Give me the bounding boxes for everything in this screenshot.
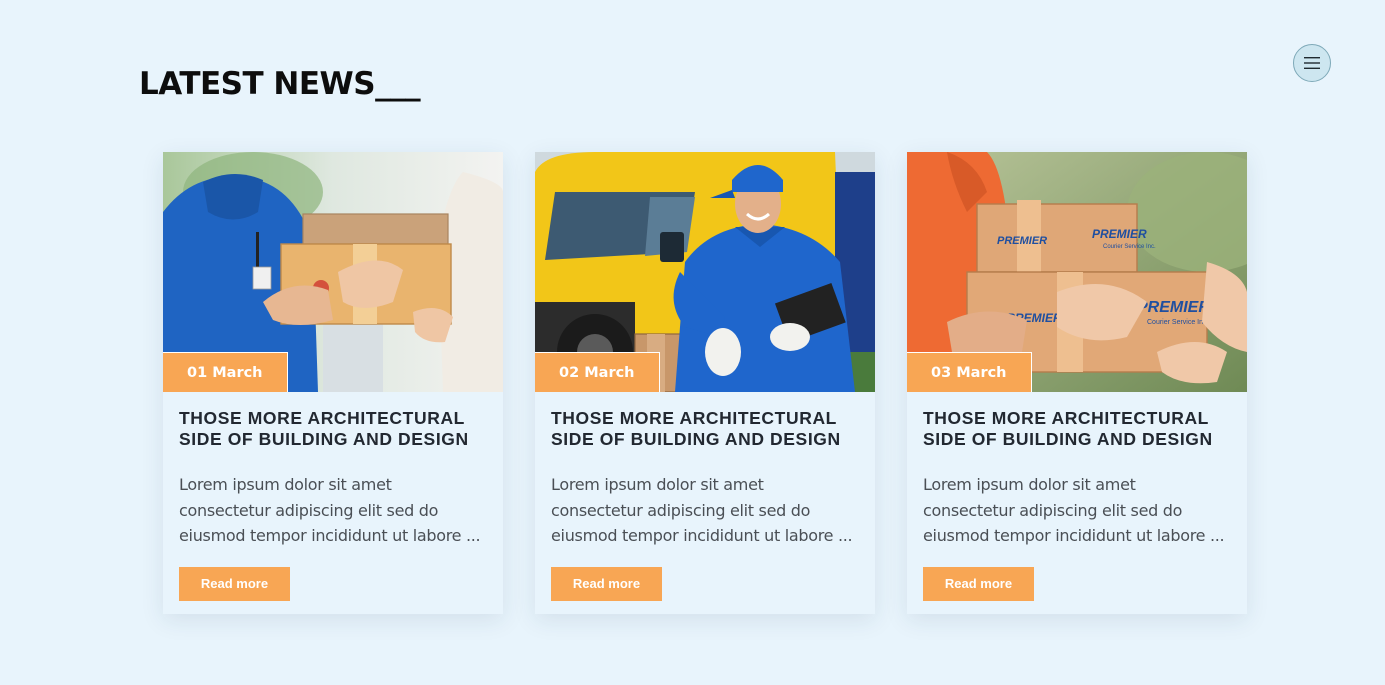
date-badge: 02 March bbox=[535, 352, 660, 392]
news-card-excerpt: Lorem ipsum dolor sit amet consectetur a… bbox=[551, 472, 863, 549]
news-card: 02 March THOSE MORE ARCHITECTURAL SIDE O… bbox=[535, 152, 875, 614]
news-card-image[interactable]: 02 March bbox=[535, 152, 875, 392]
news-card-title-line: THOSE MORE ARCHITECTURAL bbox=[179, 408, 465, 428]
news-card-title-line: SIDE OF BUILDING AND DESIGN bbox=[551, 429, 841, 449]
news-card-excerpt-line: eiusmod tempor incididunt ut labore ... bbox=[179, 526, 481, 545]
news-card-excerpt-line: Lorem ipsum dolor sit amet bbox=[923, 475, 1136, 494]
news-card: PREMIER PREMIER Courier Service Inc. PRE… bbox=[907, 152, 1247, 614]
date-badge: 01 March bbox=[163, 352, 288, 392]
news-card-excerpt-line: consectetur adipiscing elit sed do bbox=[179, 500, 439, 520]
news-card-excerpt: Lorem ipsum dolor sit amet consectetur a… bbox=[179, 472, 491, 549]
news-card-title-line: SIDE OF BUILDING AND DESIGN bbox=[923, 429, 1213, 449]
news-card-body: THOSE MORE ARCHITECTURAL SIDE OF BUILDIN… bbox=[163, 392, 503, 601]
news-card-title-line: THOSE MORE ARCHITECTURAL bbox=[923, 408, 1209, 428]
box-logo-text: PREMIER bbox=[1092, 227, 1147, 241]
news-card-title[interactable]: THOSE MORE ARCHITECTURAL SIDE OF BUILDIN… bbox=[551, 408, 859, 452]
box-logo-text: PREMIER bbox=[1137, 299, 1210, 316]
read-more-button[interactable]: Read more bbox=[923, 567, 1034, 601]
news-card: 01 March THOSE MORE ARCHITECTURAL SIDE O… bbox=[163, 152, 503, 614]
news-card-body: THOSE MORE ARCHITECTURAL SIDE OF BUILDIN… bbox=[907, 392, 1247, 601]
news-card-excerpt-line: Lorem ipsum dolor sit amet bbox=[551, 475, 764, 494]
box-logo-subtext: Courier Service Inc. bbox=[1147, 319, 1209, 326]
news-card-excerpt-line: eiusmod tempor incididunt ut labore ... bbox=[551, 526, 853, 545]
read-more-button[interactable]: Read more bbox=[551, 567, 662, 601]
news-card-image[interactable]: PREMIER PREMIER Courier Service Inc. PRE… bbox=[907, 152, 1247, 392]
news-card-list: 01 March THOSE MORE ARCHITECTURAL SIDE O… bbox=[163, 152, 1247, 614]
news-card-title-line: THOSE MORE ARCHITECTURAL bbox=[551, 408, 837, 428]
news-card-excerpt-line: Lorem ipsum dolor sit amet bbox=[179, 475, 392, 494]
box-logo-text: PREMIER bbox=[997, 235, 1047, 247]
news-card-image[interactable]: 01 March bbox=[163, 152, 503, 392]
menu-toggle-button[interactable] bbox=[1293, 44, 1331, 82]
box-logo-subtext: Courier Service Inc. bbox=[1103, 244, 1156, 250]
news-card-title[interactable]: THOSE MORE ARCHITECTURAL SIDE OF BUILDIN… bbox=[923, 408, 1231, 452]
date-badge: 03 March bbox=[907, 352, 1032, 392]
news-card-excerpt-line: eiusmod tempor incididunt ut labore ... bbox=[923, 526, 1225, 545]
news-card-excerpt: Lorem ipsum dolor sit amet consectetur a… bbox=[923, 472, 1235, 549]
news-card-excerpt-line: consectetur adipiscing elit sed do bbox=[551, 500, 811, 520]
section-title: LATEST NEWS___ bbox=[139, 66, 421, 102]
news-card-excerpt-line: consectetur adipiscing elit sed do bbox=[923, 500, 1183, 520]
hamburger-menu-icon bbox=[1304, 57, 1320, 69]
news-card-title[interactable]: THOSE MORE ARCHITECTURAL SIDE OF BUILDIN… bbox=[179, 408, 487, 452]
news-card-body: THOSE MORE ARCHITECTURAL SIDE OF BUILDIN… bbox=[535, 392, 875, 601]
read-more-button[interactable]: Read more bbox=[179, 567, 290, 601]
news-card-title-line: SIDE OF BUILDING AND DESIGN bbox=[179, 429, 469, 449]
